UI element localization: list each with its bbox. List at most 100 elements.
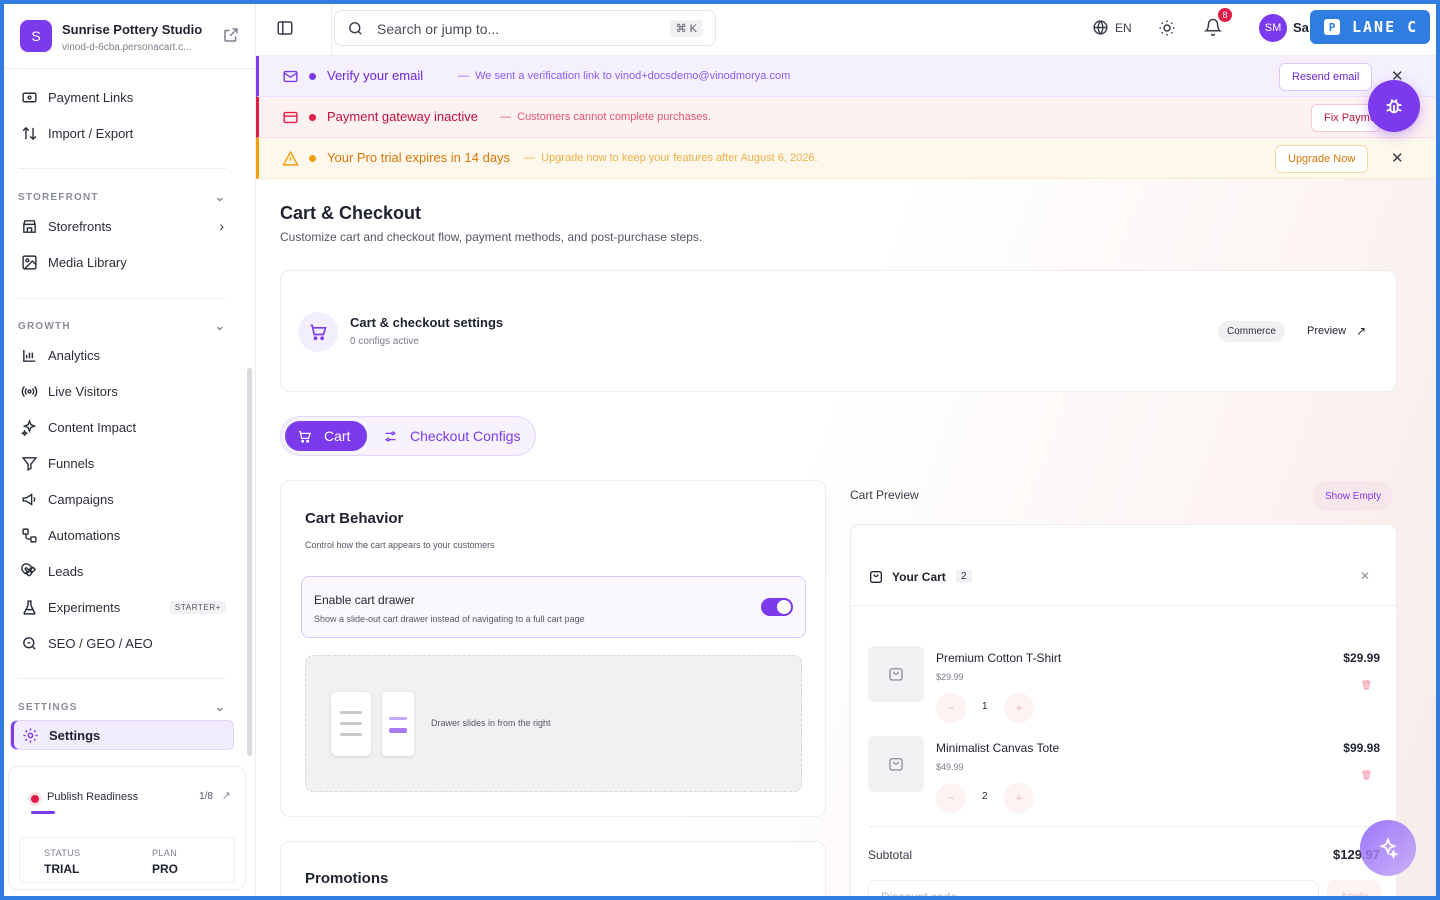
sidebar-item-label: Settings	[49, 727, 101, 743]
sidebar-scrollbar[interactable]	[247, 368, 252, 756]
page-subtitle: Customize cart and checkout flow, paymen…	[280, 230, 703, 244]
search-box[interactable]: ⌘ K	[334, 10, 716, 46]
sidebar-toggle-icon[interactable]	[276, 19, 294, 37]
bug-report-button[interactable]	[1368, 80, 1420, 132]
banner-description: — Upgrade now to keep your features afte…	[524, 152, 818, 164]
cart-drawer-toggle[interactable]	[761, 598, 793, 616]
arrow-up-right-icon: ↗	[1356, 324, 1367, 338]
quantity-decrease-button[interactable]: −	[936, 783, 966, 813]
page-title: Cart & Checkout	[280, 203, 422, 223]
flask-icon	[20, 598, 38, 616]
status-value: TRIAL	[44, 862, 80, 876]
chevron-down-icon: ⌄	[214, 190, 226, 204]
sidebar-item-label: Analytics	[48, 347, 101, 363]
quantity-value: 1	[982, 701, 988, 712]
sidebar-item-campaigns[interactable]: Campaigns	[16, 484, 236, 514]
sidebar-item-label: SEO / GEO / AEO	[48, 635, 153, 651]
close-icon[interactable]: ✕	[1391, 149, 1404, 167]
avatar[interactable]: SM	[1259, 14, 1287, 42]
sidebar-item-content-impact[interactable]: Content Impact	[16, 412, 236, 442]
bell-icon[interactable]	[1204, 18, 1222, 36]
user-name[interactable]: Sa	[1293, 20, 1309, 35]
external-link-icon[interactable]: ↗	[222, 789, 231, 802]
sidebar: S Sunrise Pottery Studio vinod-d-6cba.pe…	[4, 4, 256, 896]
search-icon	[20, 634, 38, 652]
plan-status-box: STATUS TRIAL PLAN PRO	[19, 837, 235, 883]
sparkles-icon	[20, 418, 38, 436]
product-unit-price: $49.99	[936, 762, 964, 772]
trash-icon[interactable]: 🗑	[1361, 680, 1372, 691]
language-switcher[interactable]: EN	[1092, 19, 1132, 36]
line-total: $99.98	[1343, 741, 1380, 755]
banner-title: Payment gateway inactive	[327, 109, 479, 124]
sidebar-item-import-export[interactable]: Import / Export	[16, 118, 236, 148]
cart-icon	[310, 324, 327, 341]
cart-count-badge: 2	[956, 570, 972, 583]
sidebar-item-experiments[interactable]: Experiments STARTER+	[16, 592, 236, 622]
ai-assistant-button[interactable]	[1360, 820, 1416, 876]
cart-title: Your Cart	[892, 570, 946, 584]
upgrade-now-button[interactable]: Upgrade Now	[1275, 145, 1369, 173]
quantity-decrease-button[interactable]: −	[936, 693, 966, 723]
main-content: Cart & Checkout Customize cart and check…	[256, 179, 1436, 896]
store-subdomain: vinod-d-6cba.personacart.c...	[62, 42, 192, 53]
sidebar-item-storefronts[interactable]: Storefronts ›	[16, 211, 236, 241]
status-dot	[309, 73, 316, 80]
tab-cart[interactable]: Cart	[285, 421, 367, 451]
sidebar-item-media-library[interactable]: Media Library	[16, 247, 236, 277]
sidebar-item-automations[interactable]: Automations	[16, 520, 236, 550]
radio-icon	[20, 382, 38, 400]
sidebar-item-leads[interactable]: Leads	[16, 556, 236, 586]
chevron-right-icon: ›	[219, 218, 224, 234]
product-name: Minimalist Canvas Tote	[936, 741, 1060, 755]
sidebar-item-funnels[interactable]: Funnels	[16, 448, 236, 478]
card-icon	[283, 111, 298, 124]
page-illustration	[331, 692, 371, 756]
resend-email-button[interactable]: Resend email	[1279, 63, 1373, 91]
sidebar-item-live-visitors[interactable]: Live Visitors	[16, 376, 236, 406]
store-logo: S	[20, 20, 52, 52]
quantity-increase-button[interactable]: +	[1004, 693, 1034, 723]
sidebar-item-label: Content Impact	[48, 419, 137, 435]
status-label: STATUS	[44, 848, 81, 858]
sidebar-item-payment-links[interactable]: Payment Links	[16, 82, 236, 112]
banner-trial-expiry: Your Pro trial expires in 14 days — Upgr…	[256, 138, 1436, 179]
cart-item: Premium Cotton T-Shirt $29.99 $29.99 🗑 −…	[851, 646, 1396, 726]
readiness-count: 1/8	[199, 791, 213, 802]
sidebar-item-label: Import / Export	[48, 125, 134, 141]
workflow-icon	[20, 526, 38, 544]
product-thumbnail	[868, 646, 924, 702]
quantity-increase-button[interactable]: +	[1004, 783, 1034, 813]
gear-icon	[21, 726, 39, 744]
trash-icon[interactable]: 🗑	[1361, 770, 1372, 781]
tab-switcher: Cart Checkout Configs	[280, 416, 536, 456]
plan-badge: STARTER+	[169, 600, 226, 614]
banner-description: — We sent a verification link to vinod+d…	[458, 70, 791, 82]
discount-code-input[interactable]	[868, 880, 1319, 896]
show-empty-button[interactable]: Show Empty	[1313, 481, 1394, 511]
store-switcher[interactable]: S Sunrise Pottery Studio vinod-d-6cba.pe…	[20, 18, 244, 58]
toggle-title: Enable cart drawer	[314, 593, 415, 607]
section-title: Promotions	[305, 870, 389, 887]
sidebar-item-label: Funnels	[48, 455, 95, 471]
plan-label: PLAN	[152, 848, 178, 858]
sidebar-item-analytics[interactable]: Analytics	[16, 340, 236, 370]
status-dot	[309, 114, 316, 121]
cart-item: Minimalist Canvas Tote $49.99 $99.98 🗑 −…	[851, 736, 1396, 816]
globe-icon	[1093, 20, 1108, 35]
theme-toggle-sun-icon[interactable]	[1158, 19, 1176, 37]
search-input[interactable]	[377, 19, 647, 39]
tab-checkout-configs[interactable]: Checkout Configs	[383, 421, 521, 451]
section-head-settings[interactable]: SETTINGS ⌄	[18, 700, 226, 714]
external-link-icon[interactable]	[222, 26, 240, 44]
sidebar-item-settings[interactable]: Settings	[10, 720, 234, 750]
preview-link[interactable]: Preview ↗	[1307, 324, 1366, 338]
sidebar-item-seo[interactable]: SEO / GEO / AEO	[16, 628, 236, 658]
promotions-card: Promotions	[280, 841, 826, 896]
apply-discount-button[interactable]: Apply	[1327, 880, 1381, 896]
bag-icon	[889, 758, 903, 771]
publish-readiness-card[interactable]: Publish Readiness 1/8 ↗ STATUS TRIAL PLA…	[8, 766, 246, 890]
section-head-storefront[interactable]: STOREFRONT ⌄	[18, 190, 226, 204]
section-head-growth[interactable]: GROWTH ⌄	[18, 319, 226, 333]
close-icon[interactable]: ✕	[1360, 569, 1370, 583]
